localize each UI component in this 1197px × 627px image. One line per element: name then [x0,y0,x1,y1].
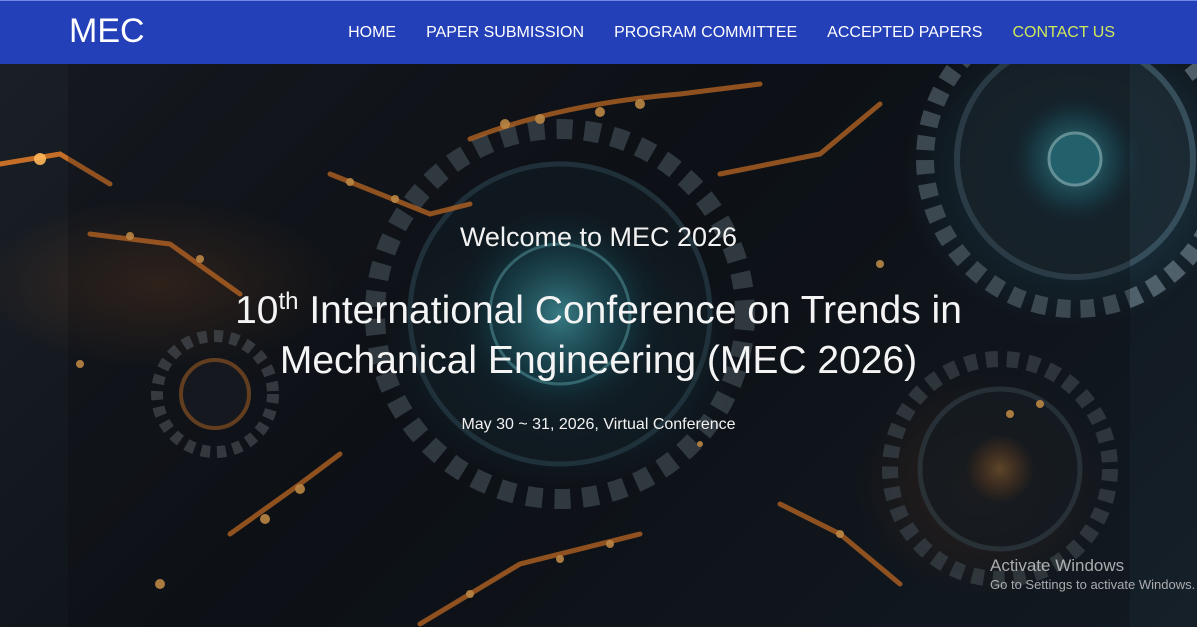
nav-link-accepted-papers[interactable]: ACCEPTED PAPERS [827,24,982,41]
activate-windows-watermark: Activate Windows Go to Settings to activ… [990,556,1195,594]
nav-item-accepted-papers: ACCEPTED PAPERS [827,24,982,42]
page: MEC HOME PAPER SUBMISSION PROGRAM COMMIT… [0,0,1197,627]
nav-link-contact-us[interactable]: CONTACT US [1012,24,1115,41]
nav-link-home[interactable]: HOME [348,24,396,41]
top-navbar: MEC HOME PAPER SUBMISSION PROGRAM COMMIT… [0,0,1197,64]
title-text: International Conference on Trends in Me… [279,289,962,382]
hero-content: Welcome to MEC 2026 10th International C… [0,64,1197,627]
nav-item-paper-submission: PAPER SUBMISSION [426,24,584,42]
main-nav: HOME PAPER SUBMISSION PROGRAM COMMITTEE … [318,1,1115,65]
title-ordinal: 10 [235,289,279,332]
watermark-subtitle: Go to Settings to activate Windows. [990,577,1196,592]
welcome-heading: Welcome to MEC 2026 [459,222,738,252]
nav-link-program-committee[interactable]: PROGRAM COMMITTEE [614,24,797,41]
nav-link-paper-submission[interactable]: PAPER SUBMISSION [426,24,584,41]
conference-title: 10th International Conference on Trends … [200,286,997,386]
brand-logo[interactable]: MEC [69,12,145,51]
watermark-title: Activate Windows [990,556,1125,575]
nav-item-contact-us: CONTACT US [1012,24,1115,42]
nav-item-program-committee: PROGRAM COMMITTEE [614,24,797,42]
title-ordinal-suffix: th [278,288,299,315]
conference-date-location: May 30 ~ 31, 2026, Virtual Conference [461,416,736,433]
nav-item-home: HOME [348,24,396,42]
hero-banner: Welcome to MEC 2026 10th International C… [0,64,1197,627]
